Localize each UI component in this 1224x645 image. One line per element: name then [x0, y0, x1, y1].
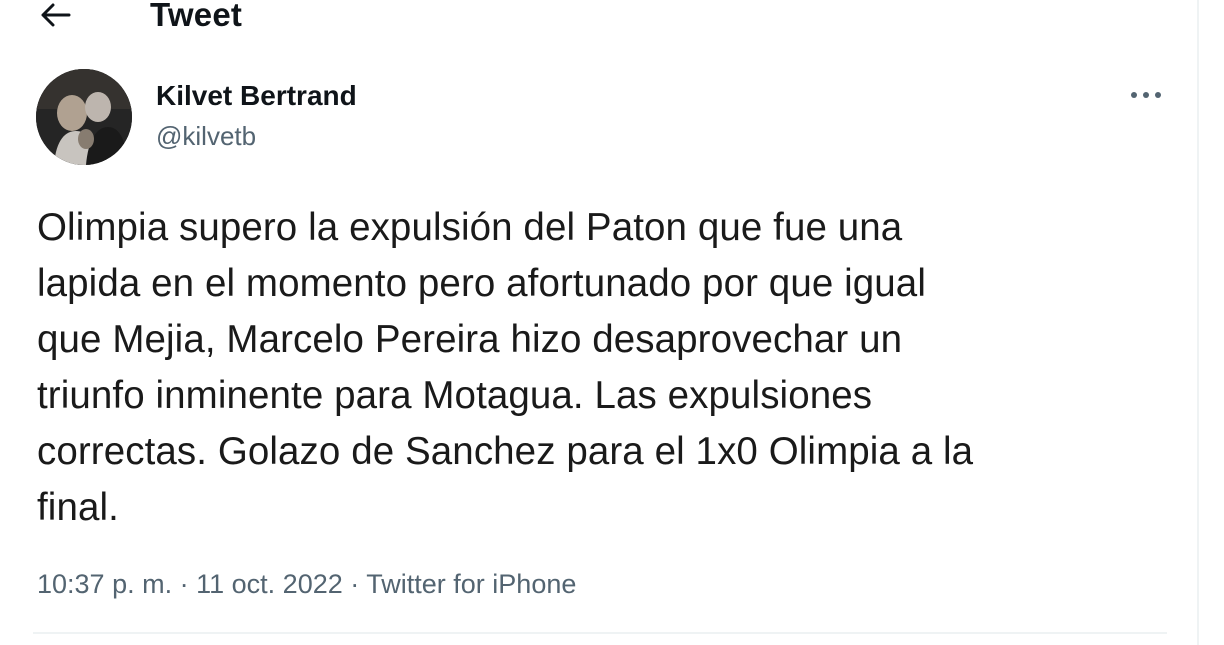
tweet-date-link[interactable]: 11 oct. 2022 [196, 569, 343, 599]
meta-separator: · [179, 569, 189, 599]
author-display-name[interactable]: Kilvet Bertrand [156, 78, 357, 114]
author-info: Kilvet Bertrand @kilvetb [156, 78, 357, 153]
page-header: Tweet [0, 0, 1197, 48]
tweet-text: Olimpia supero la expulsión del Paton qu… [37, 206, 974, 529]
tweet-source-link[interactable]: Twitter for iPhone [366, 569, 576, 599]
author-handle[interactable]: @kilvetb [156, 119, 357, 153]
column-border [1197, 0, 1199, 645]
divider [33, 632, 1167, 634]
back-button[interactable] [28, 0, 84, 36]
meta-separator: · [350, 569, 360, 599]
more-dots-icon [1130, 86, 1162, 104]
page-title: Tweet [150, 0, 243, 33]
tweet-time-link[interactable]: 10:37 p. m. [37, 569, 172, 599]
avatar[interactable] [36, 69, 132, 165]
more-options-button[interactable] [1124, 80, 1168, 110]
arrow-left-icon [41, 3, 71, 27]
tweet-metadata: 10:37 p. m. · 11 oct. 2022 · Twitter for… [37, 565, 576, 603]
